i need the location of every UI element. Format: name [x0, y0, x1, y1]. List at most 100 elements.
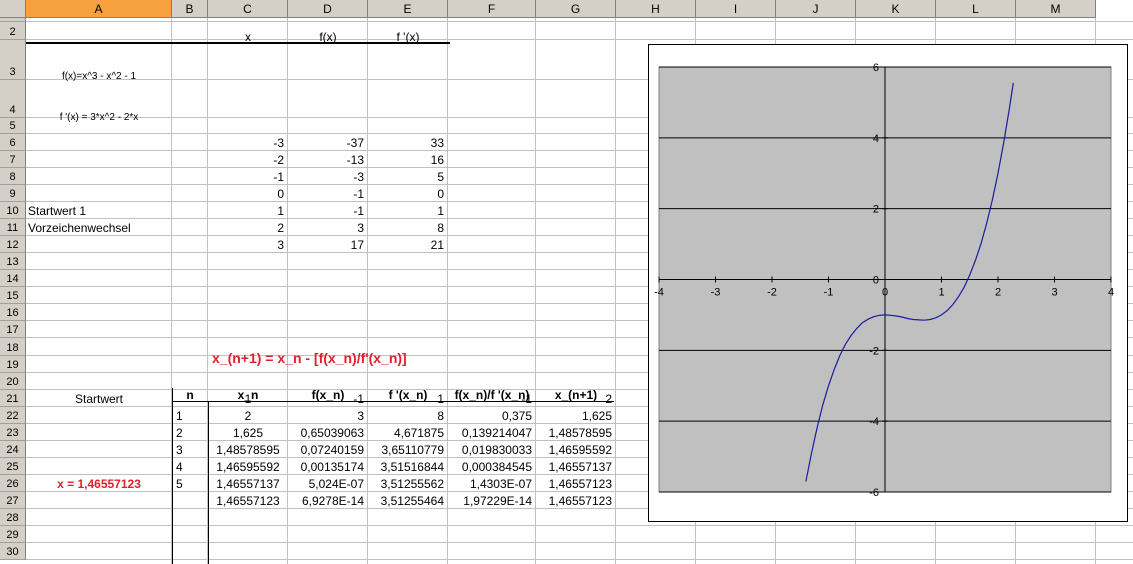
column-header-k[interactable]: K: [856, 0, 936, 18]
iteration-xn1: 1,46557123: [548, 494, 612, 508]
y-tick-label: 4: [873, 133, 879, 145]
row-header-3[interactable]: 3: [0, 40, 26, 80]
value-x: 3: [277, 238, 284, 252]
iteration-xn1: 1,625: [581, 409, 612, 423]
row-gridline: [26, 542, 1133, 543]
row-number: 28: [6, 512, 19, 524]
row-number: 23: [6, 427, 19, 439]
column-header-f[interactable]: F: [448, 0, 536, 18]
iteration-xn: 1,46595592: [216, 460, 280, 474]
value-fpx: 16: [430, 153, 444, 167]
row-number: 27: [6, 495, 19, 507]
column-header-d[interactable]: D: [288, 0, 368, 18]
column-header-g[interactable]: G: [536, 0, 616, 18]
iteration-xn: 1: [244, 392, 252, 406]
iteration-xn1: 2: [605, 392, 612, 406]
column-header-e[interactable]: E: [368, 0, 448, 18]
row-number: 21: [6, 393, 19, 405]
row-header-23[interactable]: 23: [0, 424, 26, 441]
row-header-25[interactable]: 25: [0, 458, 26, 475]
row-header-11[interactable]: 11: [0, 219, 26, 236]
value-x: 1: [277, 204, 284, 218]
row-header-24[interactable]: 24: [0, 441, 26, 458]
row-number: 18: [6, 342, 19, 354]
value-x: 2: [277, 221, 284, 235]
iter-header-n: n: [186, 388, 194, 402]
row-header-26[interactable]: 26: [0, 475, 26, 492]
row-header-7[interactable]: 7: [0, 151, 26, 168]
value-fx: -37: [346, 136, 364, 150]
worksheet-grid[interactable]: x f(x) f '(x) f(x)=x^3 - x^2 - 1 f '(x) …: [26, 18, 1133, 564]
function-plot[interactable]: 6 4 2 0 -2 -4 -6 -4 -3 -2 -1 0 1 2 3 4: [649, 45, 1127, 521]
row-header-29[interactable]: 29: [0, 526, 26, 543]
value-fpx: 21: [430, 238, 444, 252]
row-header-10[interactable]: 10: [0, 202, 26, 219]
column-header-b[interactable]: B: [172, 0, 208, 18]
row-number: 4: [9, 104, 16, 116]
row-gridline: [26, 559, 1133, 560]
row-header-20[interactable]: 20: [0, 373, 26, 390]
chart-area[interactable]: 6 4 2 0 -2 -4 -6 -4 -3 -2 -1 0 1 2 3 4: [648, 44, 1128, 522]
value-fpx: 5: [437, 170, 444, 184]
row-header-17[interactable]: 17: [0, 321, 26, 338]
row-header-6[interactable]: 6: [0, 134, 26, 151]
row-header-2[interactable]: 2: [0, 22, 26, 40]
value-fx: -1: [353, 204, 364, 218]
x-tick-label: -3: [711, 287, 721, 299]
value-fx: -13: [346, 153, 364, 167]
select-all-corner[interactable]: [0, 0, 26, 18]
row-header-16[interactable]: 16: [0, 304, 26, 321]
iteration-xn: 1,625: [232, 426, 264, 440]
row-header-22[interactable]: 22: [0, 407, 26, 424]
column-header-h[interactable]: H: [616, 0, 696, 18]
row-gridline: [26, 525, 1133, 526]
iteration-n: 3: [176, 443, 183, 457]
row-header-14[interactable]: 14: [0, 270, 26, 287]
iteration-n: 2: [176, 426, 183, 440]
iteration-ratio: 0,000384545: [461, 460, 532, 474]
y-tick-label: 6: [873, 62, 879, 74]
column-header-j[interactable]: J: [776, 0, 856, 18]
row-header-4[interactable]: 4: [0, 80, 26, 118]
column-header-m[interactable]: M: [1016, 0, 1096, 18]
row-header-18[interactable]: 18: [0, 338, 26, 356]
row-number: 24: [6, 444, 19, 456]
row-header-8[interactable]: 8: [0, 168, 26, 185]
iteration-xn: 1,46557137: [216, 477, 280, 491]
y-tick-label: -4: [869, 416, 879, 428]
row-header-15[interactable]: 15: [0, 287, 26, 304]
row-header-21[interactable]: 21: [0, 390, 26, 407]
value-x: 0: [277, 187, 284, 201]
function-formula: f(x)=x^3 - x^2 - 1: [61, 71, 137, 82]
row-header-12[interactable]: 12: [0, 236, 26, 253]
column-header-a[interactable]: A: [26, 0, 172, 18]
row-number: 30: [6, 546, 19, 558]
iteration-ratio: 1,4303E-07: [469, 477, 532, 491]
row-header-9[interactable]: 9: [0, 185, 26, 202]
column-gridline: [615, 18, 616, 564]
column-header-i[interactable]: I: [696, 0, 776, 18]
iteration-xn: 1,46557123: [216, 494, 280, 508]
column-header-c[interactable]: C: [208, 0, 288, 18]
x-tick-label: 1: [938, 287, 944, 299]
row-header-5[interactable]: 5: [0, 118, 26, 134]
row-header-27[interactable]: 27: [0, 492, 26, 509]
iteration-fpxn: 1: [437, 392, 444, 406]
row-header-30[interactable]: 30: [0, 543, 26, 560]
row-gridline: [26, 39, 1133, 40]
iteration-n: 5: [176, 477, 183, 491]
row-number: 12: [6, 239, 19, 251]
value-fpx: 8: [437, 221, 444, 235]
row-header-19[interactable]: 19: [0, 356, 26, 373]
y-tick-label: 0: [873, 275, 879, 287]
row-number: 2: [9, 26, 16, 38]
column-header-l[interactable]: L: [936, 0, 1016, 18]
row-number: 9: [9, 188, 16, 200]
row-header-13[interactable]: 13: [0, 253, 26, 270]
iteration-xn: 1,48578595: [216, 443, 280, 457]
iteration-fxn: 5,024E-07: [308, 477, 364, 491]
value-fx: -3: [353, 170, 364, 184]
iteration-xn1: 1,48578595: [548, 426, 612, 440]
row-header-28[interactable]: 28: [0, 509, 26, 526]
row-number: 14: [6, 273, 19, 285]
